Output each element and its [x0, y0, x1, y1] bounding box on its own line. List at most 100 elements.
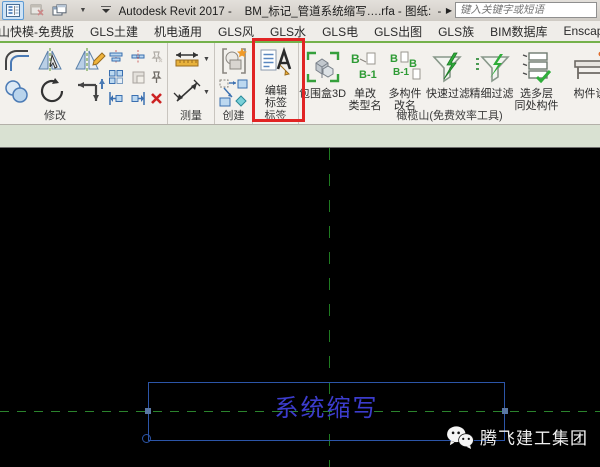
multi-layer-select-button[interactable]: 选多层 同处构件 [513, 46, 560, 112]
create-group-icon [220, 47, 248, 75]
pin-icon [151, 71, 162, 84]
align-left-button[interactable] [108, 90, 124, 106]
offset-button[interactable] [4, 48, 30, 72]
rotate-icon [38, 77, 66, 105]
array-button[interactable] [108, 69, 124, 85]
create-similar-icon [219, 79, 249, 107]
component-note-label: 构件说 [574, 88, 600, 100]
tab-jidian-tongyong[interactable]: 机电通用 [146, 21, 210, 42]
rename-multi-icon: BB-1B [389, 51, 421, 83]
component-note-icon [571, 51, 600, 83]
unpin-icon [150, 50, 163, 63]
panel-olive-label[interactable]: 橄榄山(免费效率工具) [299, 107, 600, 123]
tab-gls-chutu[interactable]: GLS出图 [366, 21, 430, 42]
offset-icon [4, 48, 30, 72]
measure-along-element-button[interactable]: ▼ [173, 79, 210, 105]
measure-dropdown2-icon[interactable]: ▼ [203, 89, 210, 96]
bounding-box-3d-button[interactable]: 包围盒3D [299, 46, 346, 112]
mirror-pick-axis-icon [37, 47, 67, 73]
fine-filter-icon [474, 51, 510, 83]
wechat-icon [446, 425, 474, 449]
trim-corner-icon [76, 77, 106, 105]
tag-label-text[interactable]: 系统缩写 [148, 388, 505, 423]
edit-tag-button[interactable]: 编辑 标签 [260, 47, 292, 109]
options-bar [0, 124, 600, 148]
align-right-button[interactable] [130, 90, 146, 106]
panel-modify-label[interactable]: 修改 [0, 107, 110, 123]
copy-button[interactable] [4, 79, 30, 103]
panel-modify: 修改 [0, 43, 168, 124]
quick-access-toolbar: ▼ [0, 1, 116, 20]
watermark: 腾飞建工集团 [446, 424, 588, 449]
panel-tag: 编辑 标签 标签 [253, 43, 299, 124]
tab-gls-dian[interactable]: GLS电 [314, 21, 366, 42]
search-arrow-icon[interactable]: ▶ [446, 6, 452, 15]
panel-tag-label[interactable]: 标签 [253, 107, 298, 123]
measure-dropdown-icon[interactable]: ▼ [203, 56, 210, 63]
switch-windows-icon[interactable] [50, 2, 70, 19]
svg-text:B-1: B-1 [359, 69, 377, 81]
scale-icon [132, 71, 145, 84]
svg-text:B-1: B-1 [393, 67, 410, 78]
split-icon [131, 50, 145, 63]
switch-windows-dropdown-icon[interactable]: ▼ [73, 2, 93, 19]
tab-shankuaimo[interactable]: 山快模-免费版 [0, 21, 82, 42]
align-button[interactable] [108, 48, 124, 64]
close-hidden-windows-icon[interactable] [27, 2, 47, 19]
tab-gls-feng[interactable]: GLS风 [210, 21, 262, 42]
measure-horizontal-icon [173, 49, 201, 69]
rename-multi-button[interactable]: BB-1B 多构件 改名 [384, 46, 426, 112]
component-note-button[interactable]: 构件说 [560, 46, 600, 112]
tab-gls-tujian[interactable]: GLS土建 [82, 21, 146, 42]
tab-gls-shui[interactable]: GLS水 [262, 21, 314, 42]
fine-filter-button[interactable]: 精细过滤 [470, 46, 513, 112]
tab-gls-zu[interactable]: GLS族 [430, 21, 482, 42]
mirror-pick-axis-button[interactable] [37, 47, 67, 73]
create-group-button[interactable] [220, 47, 248, 75]
quick-filter-icon [430, 51, 466, 83]
mirror-draw-axis-icon [74, 47, 106, 73]
ribbon-tabs: 山快模-免费版 GLS土建 机电通用 GLS风 GLS水 GLS电 GLS出图 … [0, 21, 600, 43]
window-title: Autodesk Revit 2017 - BM_标记_管道系统缩写….rfa … [110, 3, 450, 19]
fine-filter-label: 精细过滤 [470, 88, 514, 100]
align-icon [109, 50, 123, 63]
bounding-box-3d-icon [306, 51, 340, 83]
svg-text:B: B [409, 58, 417, 70]
rotate-button[interactable] [38, 77, 66, 105]
align-left-icon [109, 92, 123, 105]
unpin-button[interactable] [148, 48, 164, 64]
measure-diagonal-icon [173, 79, 201, 105]
multi-layer-label1: 选多层 [520, 88, 553, 100]
rotation-handle[interactable] [142, 434, 151, 443]
array-icon [109, 70, 123, 84]
delete-icon [150, 92, 163, 105]
measure-between-refs-button[interactable]: ▼ [173, 49, 210, 69]
panel-measure-label[interactable]: 测量 [168, 107, 214, 123]
ribbon: 修改 ▼ ▼ 测量 创建 [0, 43, 600, 124]
help-search: ▶ [446, 2, 597, 18]
rename-single-label1: 单改 [354, 88, 376, 100]
panel-create-label[interactable]: 创建 [215, 107, 252, 123]
delete-button[interactable] [148, 90, 164, 106]
scale-button[interactable] [130, 69, 146, 85]
watermark-text: 腾飞建工集团 [480, 424, 588, 449]
pin-button[interactable] [148, 69, 164, 85]
rename-multi-label1: 多构件 [389, 88, 422, 100]
quick-filter-button[interactable]: 快速过滤 [426, 46, 470, 112]
mirror-draw-axis-button[interactable] [74, 47, 106, 73]
split-button[interactable] [130, 48, 146, 64]
search-input[interactable] [455, 2, 597, 18]
panel-create: 创建 [215, 43, 253, 124]
edit-tag-label-line1: 编辑 [265, 85, 287, 97]
quick-filter-label: 快速过滤 [426, 88, 470, 100]
tab-bim-shujuku[interactable]: BIM数据库 [482, 21, 555, 42]
tab-enscape[interactable]: Enscape™ [555, 22, 600, 40]
multi-layer-select-icon [521, 51, 553, 83]
create-similar-button[interactable] [219, 79, 249, 107]
trim-corner-button[interactable] [76, 77, 106, 105]
drawing-canvas[interactable]: 系统缩写 腾飞建工集团 [0, 148, 600, 467]
bbox3d-label: 包围盒3D [299, 88, 346, 100]
rename-type-single-button[interactable]: BB-1 单改 类型名 [346, 46, 384, 112]
revit-window: ▼ Autodesk Revit 2017 - BM_标记_管道系统缩写….rf… [0, 0, 600, 467]
type-properties-icon[interactable] [2, 1, 24, 20]
